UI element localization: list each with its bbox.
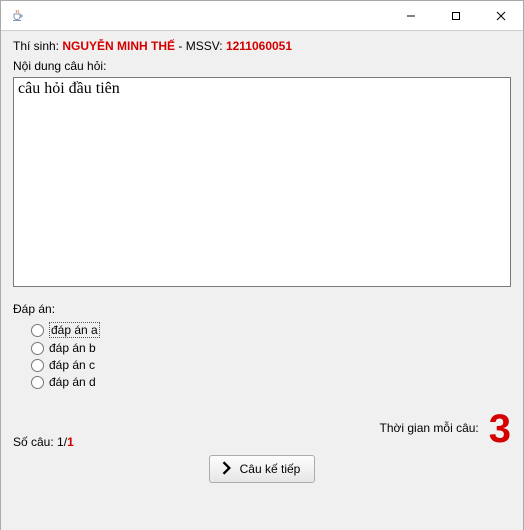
answer-radio-c[interactable] (31, 359, 44, 372)
answers-section: Đáp án: đáp án a đáp án b đáp án c đáp á… (13, 302, 511, 389)
chevron-right-icon (220, 461, 234, 478)
count-current: 1 (57, 435, 64, 449)
student-mssv: 1211060051 (226, 39, 292, 53)
answer-label-b: đáp án b (49, 341, 96, 355)
window-titlebar (1, 1, 523, 31)
client-area: Thí sinh: NGUYỄN MINH THẾ - MSSV: 121106… (1, 31, 523, 530)
answer-label-d: đáp án d (49, 375, 96, 389)
question-content[interactable] (13, 77, 511, 287)
next-question-button[interactable]: Câu kế tiếp (209, 455, 316, 483)
window-minimize-button[interactable] (388, 1, 433, 30)
answer-option-c[interactable]: đáp án c (31, 358, 511, 372)
question-count: Số câu: 1/1 (13, 435, 74, 449)
answers-heading: Đáp án: (13, 302, 511, 316)
student-info-row: Thí sinh: NGUYỄN MINH THẾ - MSSV: 121106… (13, 39, 511, 53)
student-name: NGUYỄN MINH THẾ (62, 39, 175, 53)
answer-option-a[interactable]: đáp án a (31, 322, 511, 338)
answer-label-a: đáp án a (49, 322, 100, 338)
countdown-number: 3 (489, 409, 511, 449)
answer-radio-d[interactable] (31, 376, 44, 389)
count-total: 1 (67, 435, 74, 449)
count-label: Số câu: (13, 435, 57, 449)
next-button-label: Câu kế tiếp (240, 462, 301, 476)
window-close-button[interactable] (478, 1, 523, 30)
answer-option-b[interactable]: đáp án b (31, 341, 511, 355)
footer-row: Số câu: 1/1 Thời gian mỗi câu: 3 (13, 409, 511, 449)
student-prefix: Thí sinh: (13, 39, 62, 53)
answer-option-d[interactable]: đáp án d (31, 375, 511, 389)
window-maximize-button[interactable] (433, 1, 478, 30)
answer-label-c: đáp án c (49, 358, 95, 372)
answer-radio-b[interactable] (31, 342, 44, 355)
mssv-label: - MSSV: (175, 39, 226, 53)
question-heading: Nội dung câu hỏi: (13, 59, 511, 73)
answer-radio-a[interactable] (31, 324, 44, 337)
next-button-row: Câu kế tiếp (13, 455, 511, 483)
java-cup-icon (9, 8, 25, 24)
time-per-question-label: Thời gian mỗi câu: (380, 421, 479, 449)
